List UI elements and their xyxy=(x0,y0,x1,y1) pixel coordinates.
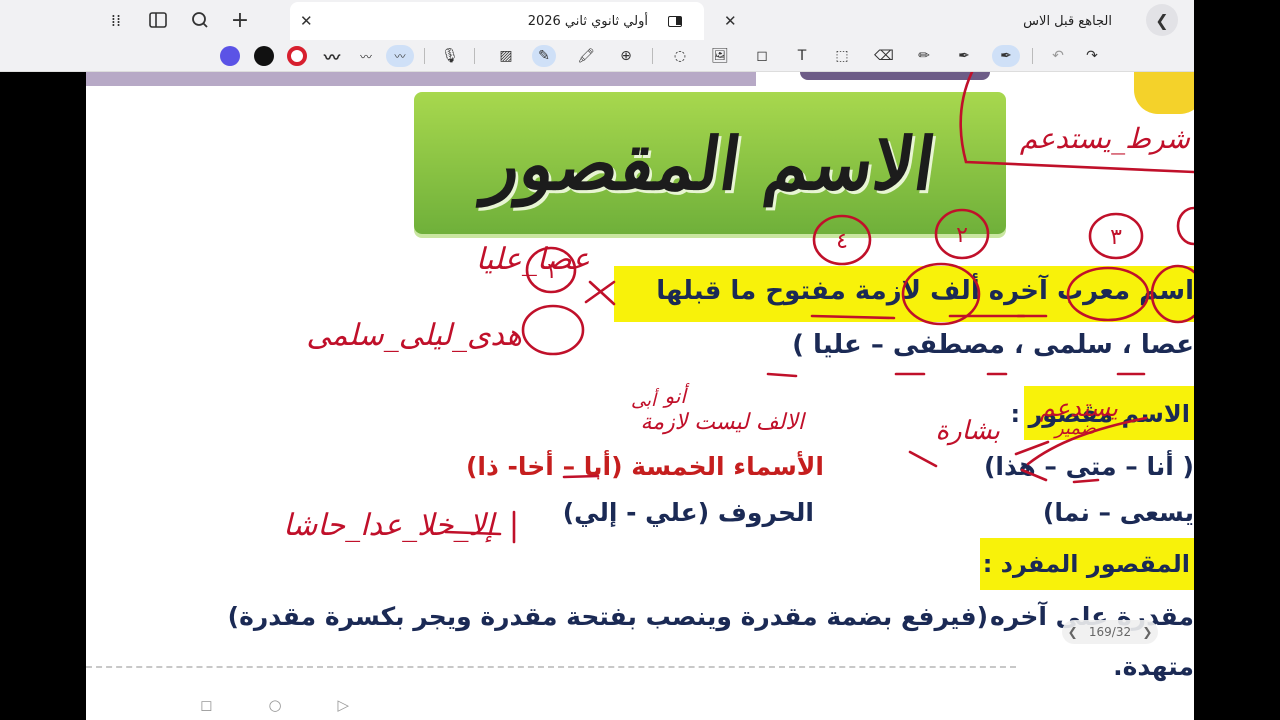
tab-active[interactable]: ✕ أولي ثانوي ثاني 2026 xyxy=(290,2,704,40)
eraser-icon[interactable]: ⌫ xyxy=(872,45,896,67)
letters-text: الحروف (علي - إلي) xyxy=(562,498,814,527)
shapes-icon[interactable]: ◻ xyxy=(750,45,774,67)
annotation-toolbar: 〰 〰 〰 🎙 ▨ ✎ 🖍 ⊕ ◌ 🖼 ◻ T ⬚ ⌫ ✏ ✒ ✒ ↶ ↷ xyxy=(0,40,1194,72)
ink-annotation: إلا_خلا_عدا_حاشا xyxy=(283,508,494,543)
definition-text: اسم معرب آخره ألف لازمة مفتوح ما قبلها xyxy=(656,276,1194,306)
fountain-pen-icon[interactable]: ✒ xyxy=(992,45,1020,67)
image-icon[interactable]: 🖼 xyxy=(708,45,732,67)
not-list-text: ( أنا – متى – هذا) xyxy=(983,452,1194,481)
ink-annotation: أنو xyxy=(664,384,686,408)
toolbar-divider xyxy=(474,48,475,64)
singular-heading: المقصور المفرد : xyxy=(982,550,1190,578)
reading-mode-icon[interactable] xyxy=(668,15,682,27)
decor-strip xyxy=(86,72,756,86)
pencil-icon[interactable]: ✏ xyxy=(912,45,936,67)
ink-annotation: هدى_ليلى_سلمى xyxy=(306,318,522,353)
decor-corner xyxy=(1134,72,1194,114)
back-nav-icon[interactable]: ▷ xyxy=(338,696,350,714)
toolbar-divider xyxy=(1032,48,1033,64)
rule-line-left: (فيرفع بضمة مقدرة وينصب بفتحة مقدرة ويجر… xyxy=(227,602,988,631)
five-nouns-text: الأسماء الخمسة (أبا – أخا- ذا) xyxy=(466,452,824,481)
slide-title: الاسم المقصور xyxy=(479,120,941,206)
color-swatch-blue[interactable] xyxy=(220,46,240,66)
home-icon[interactable]: ○ xyxy=(268,696,281,714)
title-banner: الاسم المقصور xyxy=(414,92,1006,234)
page-counter-text: 169/32 xyxy=(1088,625,1132,639)
recents-icon[interactable]: ◻ xyxy=(200,696,212,714)
highlighter-icon[interactable]: 🖍 xyxy=(574,45,598,67)
thick-stroke-icon[interactable]: 〰 xyxy=(320,45,344,67)
toolbar-divider xyxy=(652,48,653,64)
lasso-icon[interactable]: ◌ xyxy=(668,45,692,67)
medium-stroke-icon[interactable]: 〰 xyxy=(354,45,378,67)
ink-annotation: عصا_عليا xyxy=(475,242,590,277)
tab-inactive[interactable]: ✕ الجاهع قبل الاس xyxy=(718,2,1168,40)
system-nav-bar: ◻ ○ ▷ xyxy=(86,690,1194,720)
pen-off-icon[interactable]: ✎ xyxy=(532,45,556,67)
circled-number: ٣ xyxy=(1110,225,1122,250)
sidebar-icon[interactable] xyxy=(142,6,174,34)
search-icon[interactable] xyxy=(184,6,216,34)
redo-icon[interactable]: ↷ xyxy=(1080,45,1104,67)
undo-icon[interactable]: ↶ xyxy=(1046,45,1070,67)
verbs-text: يسعى – نما) xyxy=(1042,498,1194,527)
tab-bar: ⁞⁞ + ✕ أولي ثانوي ثاني 2026 ✕ الجاهع قبل… xyxy=(0,0,1194,40)
screen: ⁞⁞ + ✕ أولي ثانوي ثاني 2026 ✕ الجاهع قبل… xyxy=(0,0,1280,720)
close-tab-icon[interactable]: ✕ xyxy=(724,12,737,30)
microphone-icon[interactable]: 🎙 xyxy=(438,45,462,67)
thin-stroke-icon[interactable]: 〰 xyxy=(386,45,414,67)
tab-active-title: أولي ثانوي ثاني 2026 xyxy=(527,13,648,29)
tab-inactive-title: الجاهع قبل الاس xyxy=(1023,13,1112,29)
text-box-icon[interactable]: T xyxy=(790,45,814,67)
slide-page: الاسم المقصور اسم معرب آخره ألف لازمة مف… xyxy=(86,72,1194,720)
close-tab-icon[interactable]: ✕ xyxy=(300,12,313,30)
zoom-in-icon[interactable]: ⊕ xyxy=(614,45,638,67)
document-viewport: الاسم المقصور اسم معرب آخره ألف لازمة مف… xyxy=(86,0,1194,720)
page-divider xyxy=(86,666,1016,668)
toolbar-divider xyxy=(424,48,425,64)
ink-annotation: الالف ليست لازمة xyxy=(640,410,804,435)
examples-text: عصا ، سلمى ، مصطفى – عليا ) xyxy=(792,330,1194,360)
plus-icon[interactable]: + xyxy=(224,6,256,34)
next-page-icon[interactable]: ❯ xyxy=(1142,625,1152,639)
left-letterbox xyxy=(0,0,86,720)
apps-grid-icon[interactable]: ⁞⁞ xyxy=(100,6,132,34)
last-line-text: متهدة. xyxy=(1113,652,1194,681)
ink-annotation: شرط_يستدعم xyxy=(1019,122,1190,155)
page-counter[interactable]: ❮ 169/32 ❯ xyxy=(1062,620,1158,644)
color-swatch-red[interactable] xyxy=(287,46,307,66)
ink-annotation: أبى xyxy=(630,390,656,411)
decor-strip xyxy=(800,72,990,80)
color-swatch-black[interactable] xyxy=(254,46,274,66)
ink-annotation: ضمير xyxy=(1054,418,1096,439)
select-icon[interactable]: ⬚ xyxy=(830,45,854,67)
pen-icon[interactable]: ✒ xyxy=(952,45,976,67)
back-button[interactable]: ❮ xyxy=(1146,4,1178,36)
prev-page-icon[interactable]: ❮ xyxy=(1068,625,1078,639)
hatch-icon[interactable]: ▨ xyxy=(494,45,518,67)
ink-annotation: بشارة xyxy=(935,416,1000,446)
